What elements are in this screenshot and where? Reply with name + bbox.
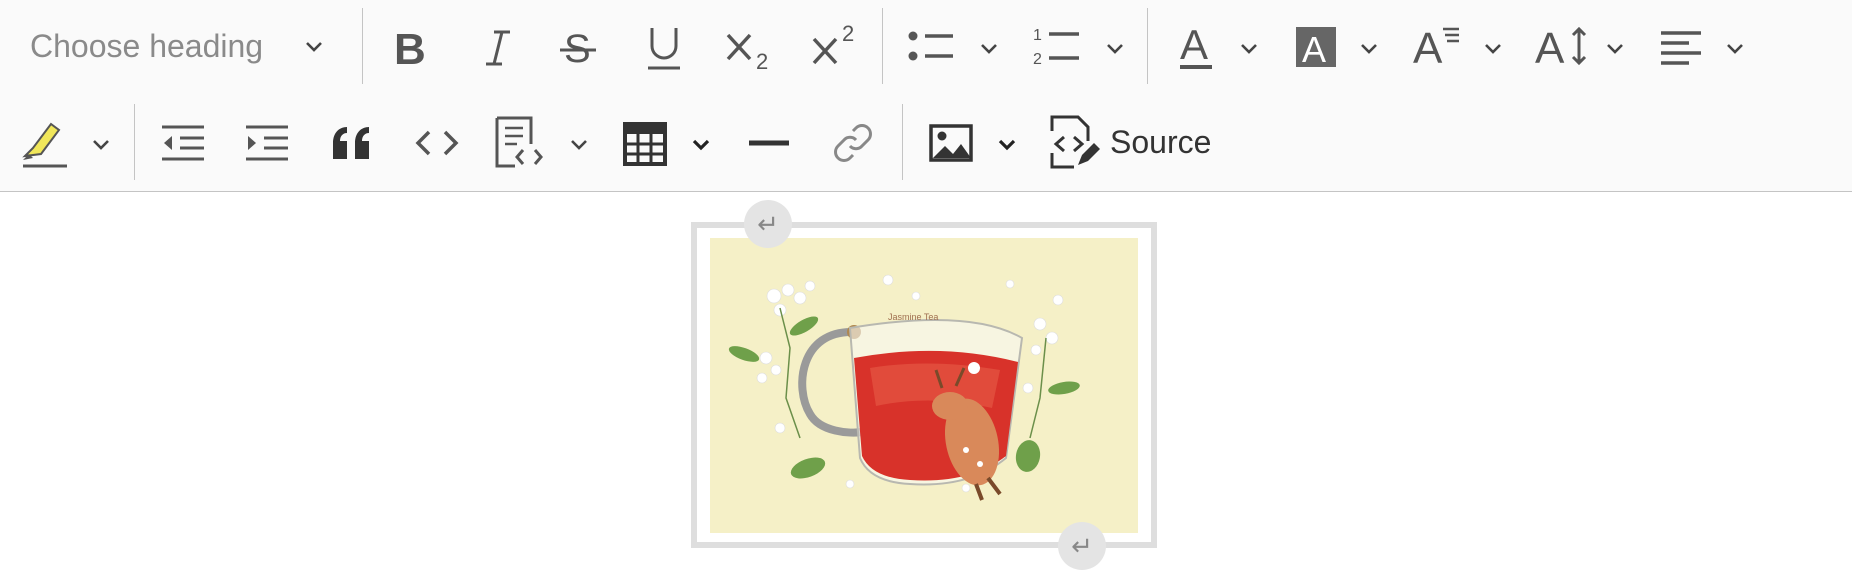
heading-dropdown-label: Choose heading: [30, 27, 264, 64]
insert-image-dropdown[interactable]: [990, 124, 1024, 164]
chevron-down-icon: [571, 140, 587, 150]
code-button[interactable]: [412, 118, 462, 168]
insert-table-button[interactable]: [620, 118, 670, 170]
highlight-icon: [22, 122, 67, 168]
superscript-button[interactable]: 2: [808, 18, 864, 74]
chevron-down-icon: [1241, 44, 1257, 54]
enter-arrow-icon: ↵: [757, 208, 779, 239]
enter-arrow-icon: ↵: [1071, 530, 1093, 561]
chevron-down-icon: [1485, 44, 1501, 54]
svg-text:A: A: [1302, 29, 1326, 68]
chevron-down-icon: [692, 139, 710, 151]
insert-template-dropdown[interactable]: [562, 124, 596, 164]
highlight-button[interactable]: [18, 114, 70, 172]
toolbar-separator: [882, 8, 883, 84]
indent-icon: [246, 125, 288, 161]
svg-text:B: B: [394, 26, 426, 70]
code-icon: [415, 130, 459, 156]
font-color-dropdown[interactable]: [1232, 28, 1266, 68]
insert-template-button[interactable]: [492, 114, 546, 172]
chevron-down-icon: [1107, 44, 1123, 54]
italic-button[interactable]: [476, 20, 520, 76]
svg-text:2: 2: [1033, 51, 1042, 68]
chevron-down-icon: [998, 139, 1016, 151]
heading-dropdown[interactable]: Choose heading: [18, 18, 336, 74]
font-family-icon: A: [1413, 24, 1459, 69]
bold-icon: B: [394, 26, 426, 70]
svg-text:1: 1: [1033, 27, 1042, 44]
chevron-down-icon: [1727, 44, 1743, 54]
font-color-button[interactable]: A: [1172, 18, 1220, 74]
font-color-icon: A: [1180, 21, 1212, 69]
highlight-dropdown[interactable]: [84, 124, 118, 164]
insert-table-dropdown[interactable]: [684, 124, 718, 164]
numbered-list-button[interactable]: 12: [1030, 18, 1084, 74]
font-family-dropdown[interactable]: [1476, 28, 1510, 68]
subscript-icon: 2: [726, 33, 768, 73]
alignment-icon: [1661, 31, 1701, 65]
font-size-dropdown[interactable]: [1598, 28, 1632, 68]
indent-button[interactable]: [242, 118, 292, 168]
chevron-down-icon: [981, 44, 997, 54]
strikethrough-icon: S: [560, 27, 596, 70]
svg-text:A: A: [1413, 24, 1443, 69]
superscript-icon: 2: [812, 21, 854, 65]
toolbar-separator: [902, 104, 903, 180]
toolbar-separator: [134, 104, 135, 180]
rich-text-editor: Choose heading B S 2 2 1 2 A A A A Sourc…: [0, 0, 1852, 578]
block-quote-icon: [333, 127, 369, 159]
outdent-icon: [162, 125, 204, 161]
underline-button[interactable]: [642, 20, 686, 76]
svg-text:A: A: [1180, 21, 1208, 68]
subscript-button[interactable]: 2: [722, 20, 778, 76]
chevron-down-icon: [93, 140, 109, 150]
insert-template-icon: [495, 116, 543, 168]
chevron-down-icon: [1361, 44, 1377, 54]
svg-text:2: 2: [842, 21, 854, 46]
font-background-color-dropdown[interactable]: [1352, 28, 1386, 68]
alignment-button[interactable]: [1656, 22, 1706, 72]
horizontal-line-button[interactable]: [744, 118, 794, 168]
bulleted-list-button[interactable]: [904, 18, 958, 74]
font-background-color-button[interactable]: A: [1292, 22, 1340, 72]
font-size-button[interactable]: A: [1534, 18, 1590, 74]
source-button-label: Source: [1110, 123, 1212, 160]
font-size-icon: A: [1535, 24, 1587, 69]
numbered-list-dropdown[interactable]: [1098, 28, 1132, 68]
font-background-color-icon: A: [1296, 27, 1336, 68]
jasmine-tea-image[interactable]: Jasmine Tea: [710, 238, 1138, 533]
alignment-dropdown[interactable]: [1718, 28, 1752, 68]
source-button[interactable]: Source: [1048, 112, 1211, 172]
svg-text:2: 2: [756, 49, 768, 73]
image-caption-text: Jasmine Tea: [888, 312, 938, 322]
svg-text:A: A: [1535, 24, 1565, 69]
numbered-list-icon: 12: [1033, 27, 1079, 68]
insert-paragraph-before-button[interactable]: ↵: [744, 200, 792, 248]
block-quote-button[interactable]: [328, 118, 378, 168]
image-icon: [929, 124, 973, 162]
bulleted-list-icon: [908, 31, 953, 61]
strikethrough-button[interactable]: S: [556, 20, 600, 76]
toolbar-separator: [362, 8, 363, 84]
chevron-down-icon: [306, 42, 322, 52]
link-button[interactable]: [828, 118, 878, 168]
font-family-button[interactable]: A: [1412, 18, 1464, 74]
link-icon: [834, 124, 872, 162]
chevron-down-icon: [1607, 44, 1623, 54]
underline-icon: [648, 28, 680, 70]
source-icon: [1050, 115, 1100, 169]
editor-toolbar: Choose heading B S 2 2 1 2 A A A A Sourc…: [0, 0, 1852, 192]
table-icon: [623, 122, 667, 166]
horizontal-line-icon: [749, 140, 789, 146]
toolbar-separator: [1147, 8, 1148, 84]
italic-icon: [486, 30, 510, 66]
bold-button[interactable]: B: [388, 20, 432, 76]
insert-image-button[interactable]: [926, 118, 976, 168]
bulleted-list-dropdown[interactable]: [972, 28, 1006, 68]
outdent-button[interactable]: [158, 118, 208, 168]
insert-paragraph-after-button[interactable]: ↵: [1058, 522, 1106, 570]
